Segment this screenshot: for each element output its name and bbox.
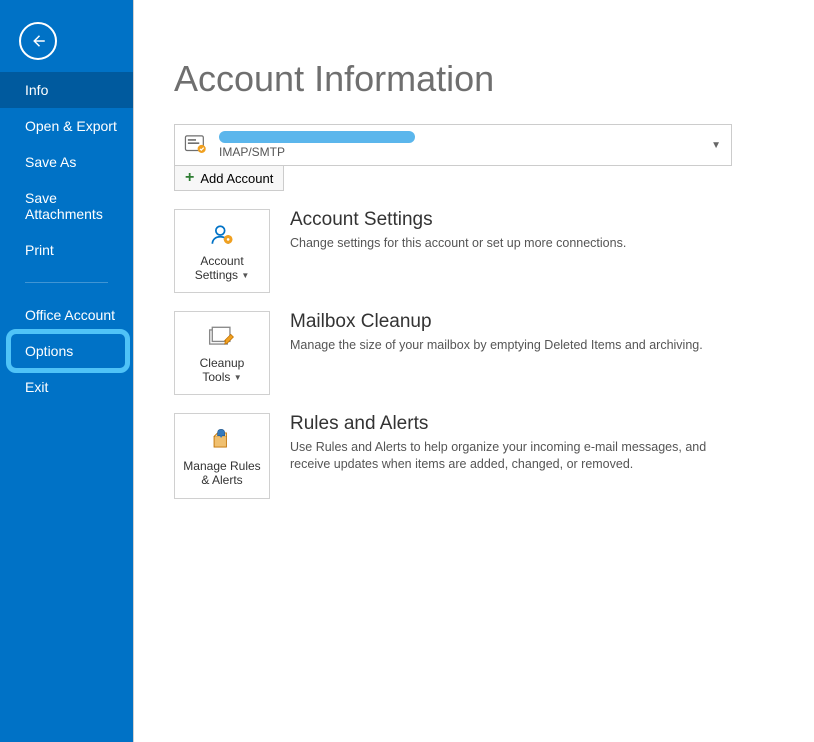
section-text: Mailbox Cleanup Manage the size of your …: [290, 311, 778, 395]
chevron-down-icon: ▼: [711, 140, 721, 151]
nav-label: Options: [25, 343, 73, 359]
nav-options[interactable]: Options: [0, 333, 133, 369]
manage-rules-button[interactable]: Manage Rules & Alerts: [174, 413, 270, 499]
chevron-down-icon: ▼: [241, 271, 249, 280]
section-mailbox-cleanup: Cleanup Tools ▼ Mailbox Cleanup Manage t…: [174, 311, 778, 395]
nav-label: Office Account: [25, 307, 115, 323]
section-desc: Change settings for this account or set …: [290, 235, 730, 252]
account-info: IMAP/SMTP: [219, 131, 415, 159]
section-title: Mailbox Cleanup: [290, 311, 778, 333]
account-settings-icon: [208, 220, 236, 250]
arrow-left-icon: [29, 32, 47, 50]
section-desc: Use Rules and Alerts to help organize yo…: [290, 439, 730, 473]
page-title: Account Information: [174, 58, 778, 100]
section-title: Rules and Alerts: [290, 413, 778, 435]
nav-label: Save As: [25, 154, 76, 170]
nav-label: Print: [25, 242, 54, 258]
section-rules-alerts: Manage Rules & Alerts Rules and Alerts U…: [174, 413, 778, 499]
back-button[interactable]: [19, 22, 57, 60]
app-root: Info Open & Export Save As Save Attachme…: [0, 0, 814, 742]
rules-icon: [207, 425, 237, 455]
section-text: Account Settings Change settings for thi…: [290, 209, 778, 293]
nav-open-export[interactable]: Open & Export: [0, 108, 133, 144]
nav-label: Save Attachments: [25, 190, 103, 222]
main-pane: Account Information IMAP/SMTP ▼ + Add Ac…: [133, 0, 814, 742]
add-account-button[interactable]: + Add Account: [174, 165, 284, 191]
section-desc: Manage the size of your mailbox by empty…: [290, 337, 730, 354]
account-settings-btn-label: Account Settings ▼: [195, 254, 250, 283]
nav-exit[interactable]: Exit: [0, 369, 133, 405]
backstage-sidebar: Info Open & Export Save As Save Attachme…: [0, 0, 133, 742]
nav-save-as[interactable]: Save As: [0, 144, 133, 180]
rules-btn-label: Manage Rules & Alerts: [183, 459, 260, 488]
nav-label: Exit: [25, 379, 48, 395]
nav-divider: [25, 282, 108, 283]
nav-print[interactable]: Print: [0, 232, 133, 268]
plus-icon: +: [185, 170, 194, 186]
nav-office-account[interactable]: Office Account: [0, 297, 133, 333]
nav-save-attachments[interactable]: Save Attachments: [0, 180, 133, 232]
section-text: Rules and Alerts Use Rules and Alerts to…: [290, 413, 778, 499]
section-account-settings: Account Settings ▼ Account Settings Chan…: [174, 209, 778, 293]
nav-label: Open & Export: [25, 118, 117, 134]
add-account-label: Add Account: [200, 171, 273, 186]
account-settings-button[interactable]: Account Settings ▼: [174, 209, 270, 293]
cleanup-btn-label: Cleanup Tools ▼: [200, 356, 245, 385]
account-selector[interactable]: IMAP/SMTP ▼: [174, 124, 732, 166]
section-title: Account Settings: [290, 209, 778, 231]
account-type: IMAP/SMTP: [219, 146, 415, 159]
cleanup-tools-button[interactable]: Cleanup Tools ▼: [174, 311, 270, 395]
chevron-down-icon: ▼: [234, 373, 242, 382]
account-box-icon: [183, 131, 209, 160]
nav-label: Info: [25, 82, 48, 98]
account-email-redacted: [219, 131, 415, 143]
cleanup-icon: [207, 322, 237, 352]
nav-info[interactable]: Info: [0, 72, 133, 108]
